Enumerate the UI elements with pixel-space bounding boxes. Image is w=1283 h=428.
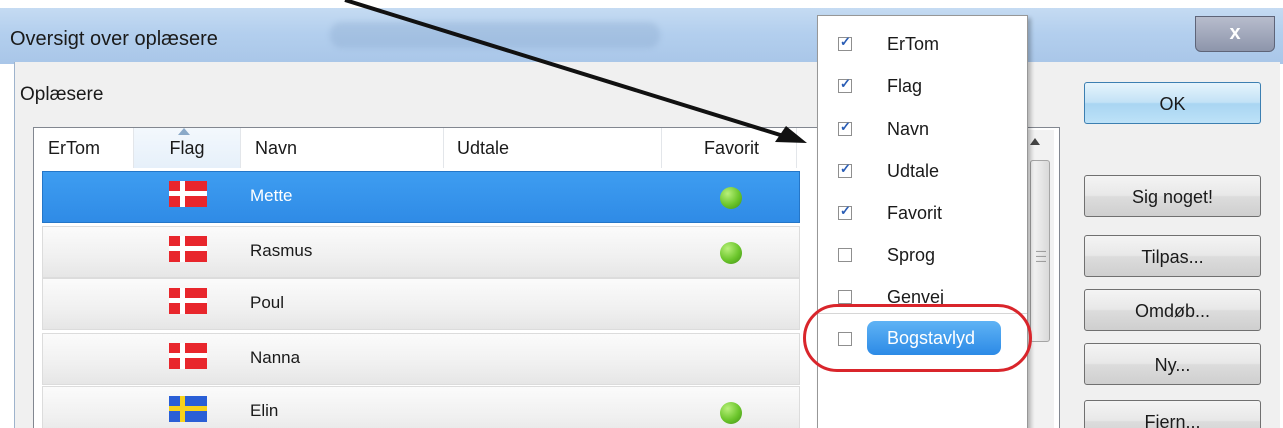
pointer-arrow-icon — [344, 0, 807, 143]
speaker-overview-window: Oversigt over oplæsere x Oplæsere ErTom … — [0, 0, 1283, 428]
